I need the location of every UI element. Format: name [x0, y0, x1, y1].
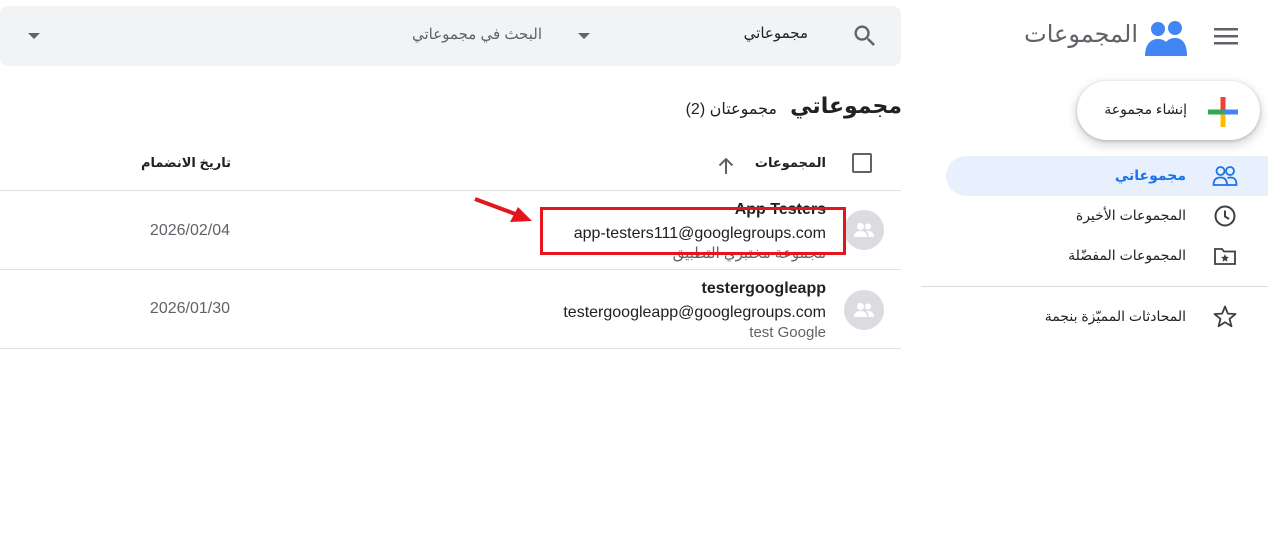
column-header-joined-date[interactable]: تاريخ الانضمام	[120, 155, 231, 171]
star-icon	[1213, 305, 1237, 328]
plus-icon	[1208, 97, 1238, 127]
sort-arrow-up-icon[interactable]	[714, 154, 738, 178]
sidebar-divider	[921, 286, 1268, 287]
row-divider	[0, 348, 901, 349]
joined-date: 2026/01/30	[149, 300, 230, 317]
page-title: مجموعاتي	[790, 93, 902, 118]
scope-dropdown-icon[interactable]	[578, 33, 590, 39]
app-title: المجموعات	[1024, 21, 1138, 48]
search-scope-label[interactable]: مجموعاتي	[700, 24, 808, 42]
group-count: مجموعتان (2)	[685, 101, 777, 118]
column-header-groups[interactable]: المجموعات	[740, 155, 826, 171]
group-email: testergoogleapp@googlegroups.com	[563, 304, 826, 321]
sidebar-item-label: المجموعات المفضّلة	[1068, 247, 1186, 263]
sidebar-item-label: المحادثات المميّزة بنجمة	[1044, 308, 1186, 324]
groups-logo-icon	[1145, 21, 1187, 56]
menu-icon[interactable]	[1211, 24, 1241, 48]
table-row[interactable]: testergoogleapp testergoogleapp@googlegr…	[0, 270, 901, 348]
sidebar-item-label: المجموعات الأخيرة	[1075, 207, 1186, 223]
sidebar-item-starred-conversations[interactable]: المحادثات المميّزة بنجمة	[946, 297, 1268, 337]
people-icon	[1212, 166, 1238, 186]
star-folder-icon	[1214, 248, 1236, 265]
sidebar-item-my-groups[interactable]: مجموعاتي	[946, 156, 1268, 196]
red-arrow-icon	[474, 197, 532, 222]
group-avatar-icon	[854, 223, 874, 237]
group-avatar-icon	[854, 303, 874, 317]
create-group-label: إنشاء مجموعة	[1104, 101, 1187, 117]
sidebar-item-label: مجموعاتي	[1114, 167, 1186, 183]
search-options-icon[interactable]	[28, 33, 40, 39]
search-icon[interactable]	[851, 22, 879, 50]
search-input[interactable]	[300, 16, 542, 52]
highlight-box	[540, 207, 846, 255]
clock-icon	[1214, 205, 1236, 227]
group-avatar	[844, 290, 884, 330]
sidebar-item-recent-groups[interactable]: المجموعات الأخيرة	[946, 196, 1268, 236]
group-avatar	[844, 210, 884, 250]
select-all-checkbox[interactable]	[852, 153, 872, 173]
joined-date: 2026/02/04	[149, 222, 230, 239]
group-name[interactable]: testergoogleapp	[702, 280, 826, 298]
sidebar-item-favorite-groups[interactable]: المجموعات المفضّلة	[946, 236, 1268, 276]
group-description: test Google	[749, 324, 826, 341]
